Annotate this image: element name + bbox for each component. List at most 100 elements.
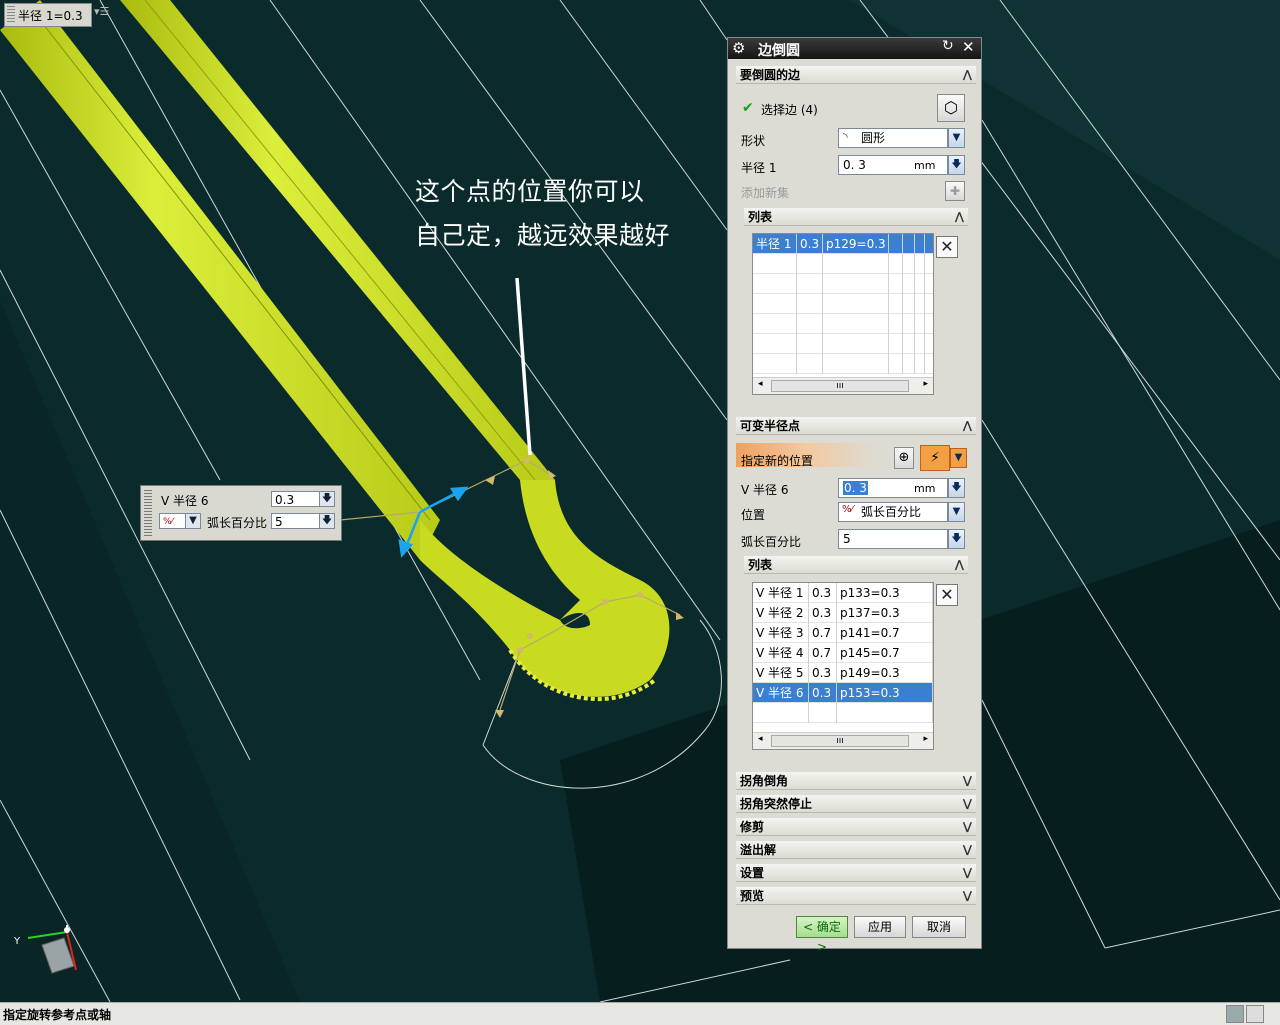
point-dialog-icon[interactable]: ⊕ [894, 447, 914, 469]
edges-list-header[interactable]: 列表 ⋀ [744, 208, 968, 226]
table-cell [903, 294, 915, 314]
table-row[interactable] [753, 703, 933, 723]
close-icon[interactable]: ✕ [962, 38, 975, 56]
chevron-down-icon[interactable]: ▼ [948, 128, 965, 148]
table-cell [889, 274, 903, 294]
table-row[interactable]: 半径 1 0.3 p129=0.3 [753, 234, 933, 254]
table-row[interactable] [753, 334, 933, 354]
status-bar: 指定旋转参考点或轴 [0, 1002, 1280, 1025]
scroll-thumb[interactable]: ııı [771, 735, 909, 747]
table-row[interactable]: V 半径 1 0.3 p133=0.3 [753, 583, 933, 603]
edges-list-title: 列表 [748, 210, 773, 224]
scroll-right-icon[interactable]: ▸ [923, 734, 928, 744]
radius-tag[interactable]: 半径 1=0.3 [4, 3, 92, 27]
inferred-point-icon[interactable]: ⚡ [920, 445, 950, 471]
table-row[interactable] [753, 254, 933, 274]
mini-arc-percent-input[interactable]: 5 [271, 513, 321, 529]
tag-menu-icon[interactable]: ▾☰ [94, 5, 114, 23]
arc-percent-spin-button[interactable]: 🡇 [948, 529, 965, 549]
fullscreen-icon[interactable] [1246, 1005, 1264, 1023]
scroll-right-icon[interactable]: ▸ [923, 379, 928, 389]
selection-filter-icon[interactable] [1226, 1005, 1244, 1023]
position-label: 位置 [741, 508, 766, 522]
table-row[interactable]: V 半径 4 0.7 p145=0.7 [753, 643, 933, 663]
table-cell: 0.7 [809, 623, 837, 643]
section-collapsed-header[interactable]: 修剪 ⋁ [736, 818, 976, 836]
add-new-set-label: 添加新集 [741, 186, 790, 200]
scroll-left-icon[interactable]: ◂ [758, 379, 763, 389]
dialog-title-bar[interactable]: ⚙ 边倒圆 ↻ ✕ [728, 38, 981, 59]
table-cell: p137=0.3 [837, 603, 933, 623]
horizontal-scrollbar[interactable]: ◂ ııı ▸ [753, 732, 933, 749]
section-collapsed-header[interactable]: 拐角倒角 ⋁ [736, 772, 976, 790]
table-row[interactable]: V 半径 6 0.3 p153=0.3 [753, 683, 933, 703]
grip-handle[interactable] [144, 490, 152, 536]
table-cell [753, 294, 797, 314]
table-row[interactable] [753, 354, 933, 374]
specify-location-label[interactable]: 指定新的位置 [741, 452, 813, 469]
section-collapsed-header[interactable]: 预览 ⋁ [736, 887, 976, 905]
table-cell [753, 334, 797, 354]
chevron-down-icon: ⋁ [962, 797, 972, 810]
edges-list[interactable]: 半径 1 0.3 p129=0.3 ◂ ııı ▸ [752, 233, 934, 395]
table-cell: V 半径 2 [753, 603, 809, 623]
edge-blend-dialog: ⚙ 边倒圆 ↻ ✕ 要倒圆的边 ⋀ ✔ 选择边 (4) ⬡ 形状 圆形 ◝ ▼ … [727, 37, 982, 954]
shape-select[interactable]: 圆形 [838, 128, 948, 148]
table-row[interactable] [753, 294, 933, 314]
radius-spin-button[interactable]: 🡇 [948, 155, 965, 175]
graphics-viewport[interactable]: Y 这个点的位置你可以 自己定，越远效果越好 半径 1=0.3 ▾☰ V 半径 … [0, 0, 1280, 1002]
cancel-button[interactable]: 取消 [912, 916, 966, 938]
mini-v-radius-spin[interactable]: 🡇 [319, 491, 335, 507]
variable-radius-list[interactable]: V 半径 1 0.3 p133=0.3 V 半径 2 0.3 p137=0.3 V 半径 3… [752, 582, 934, 750]
var-list-header[interactable]: 列表 ⋀ [744, 556, 968, 574]
section-collapsed-header[interactable]: 拐角突然停止 ⋁ [736, 795, 976, 813]
arc-percent-type-icon[interactable]: %⁄ [159, 513, 187, 529]
section-variable-radius-header[interactable]: 可变半径点 ⋀ [736, 417, 976, 435]
delete-icon[interactable]: ✕ [936, 236, 958, 258]
ok-button[interactable]: < 确定 > [796, 916, 848, 954]
section-collapsed-title: 拐角倒角 [740, 774, 789, 788]
radius-tag-text: 半径 1=0.3 [18, 8, 83, 23]
gear-icon[interactable]: ⚙ [732, 39, 745, 57]
table-cell [753, 354, 797, 374]
table-row[interactable]: V 半径 2 0.3 p137=0.3 [753, 603, 933, 623]
table-cell: 0.3 [809, 603, 837, 623]
add-new-set-icon[interactable]: ✚ [945, 181, 965, 201]
mini-v-radius-label: V 半径 6 [161, 494, 209, 508]
table-cell [797, 314, 823, 334]
grip-handle[interactable] [7, 6, 15, 24]
mini-arc-percent-spin[interactable]: 🡇 [319, 513, 335, 529]
section-edges-header[interactable]: 要倒圆的边 ⋀ [736, 66, 976, 84]
scroll-left-icon[interactable]: ◂ [758, 734, 763, 744]
chevron-down-icon[interactable]: ▼ [950, 448, 967, 468]
section-collapsed-header[interactable]: 设置 ⋁ [736, 864, 976, 882]
table-cell [915, 354, 925, 374]
section-collapsed-title: 溢出解 [740, 843, 777, 857]
table-row[interactable]: V 半径 5 0.3 p149=0.3 [753, 663, 933, 683]
position-select[interactable]: 弧长百分比 [838, 502, 948, 522]
chevron-down-icon[interactable]: ▼ [185, 513, 201, 529]
section-collapsed-header[interactable]: 溢出解 ⋁ [736, 841, 976, 859]
table-cell: V 半径 4 [753, 643, 809, 663]
select-edge-cube-icon[interactable]: ⬡ [937, 94, 965, 122]
status-message: 指定旋转参考点或轴 [3, 1008, 112, 1022]
table-cell [797, 294, 823, 314]
table-row[interactable] [753, 314, 933, 334]
select-edge-label[interactable]: 选择边 (4) [761, 101, 818, 118]
arc-percent-input[interactable]: 5 [838, 529, 948, 549]
reset-icon[interactable]: ↻ [942, 38, 954, 54]
chevron-up-icon: ⋀ [962, 419, 972, 432]
table-cell: 0.3 [809, 663, 837, 683]
horizontal-scrollbar[interactable]: ◂ ııı ▸ [753, 377, 933, 394]
arc-percent-label: 弧长百分比 [741, 535, 802, 549]
delete-icon[interactable]: ✕ [936, 584, 958, 606]
apply-button[interactable]: 应用 [854, 916, 906, 938]
table-cell: V 半径 1 [753, 583, 809, 603]
scroll-thumb[interactable]: ııı [771, 380, 909, 392]
chevron-down-icon[interactable]: ▼ [948, 502, 965, 522]
table-cell [915, 274, 925, 294]
table-row[interactable]: V 半径 3 0.7 p141=0.7 [753, 623, 933, 643]
v-radius-spin-button[interactable]: 🡇 [948, 478, 965, 498]
mini-v-radius-input[interactable]: 0.3 [271, 491, 321, 507]
table-row[interactable] [753, 274, 933, 294]
